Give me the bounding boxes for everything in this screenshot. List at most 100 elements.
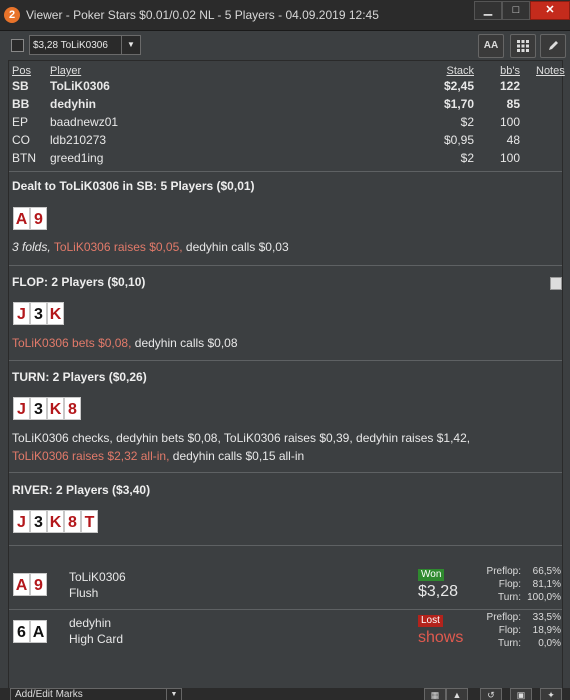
row-pos: BTN	[12, 151, 36, 165]
font-size-button[interactable]: AA	[478, 34, 504, 58]
row-stack: $0,95	[443, 133, 474, 147]
turn-header: TURN: 2 Players ($0,26)	[12, 370, 147, 384]
equity-label: Turn:	[498, 592, 521, 603]
bottom-bar: Add/Edit Marks ▼ ▦ ▲ ↺ ▣ ✦	[0, 688, 570, 700]
row-stack: $2,45	[443, 79, 474, 93]
showdown-hand: High Card	[69, 632, 124, 646]
hole-card: A	[13, 207, 30, 230]
save-icon[interactable]: ▣	[510, 688, 532, 700]
won-amount: $3,28	[418, 583, 459, 600]
pencil-icon-glyph	[548, 41, 558, 50]
close-button[interactable]: ✕	[530, 1, 570, 20]
board-card: 3	[30, 510, 47, 533]
row-player: ToLiK0306	[50, 79, 110, 93]
board-card: 3	[30, 397, 47, 420]
flop-actions: ToLiK0306 bets $0,08, dedyhin calls $0,0…	[12, 336, 238, 350]
river-header: RIVER: 2 Players ($3,40)	[12, 483, 151, 497]
header-bbs[interactable]: bb's	[479, 65, 520, 77]
hand-select[interactable]: $3,28 ToLiK0306 ▼	[29, 35, 141, 55]
row-stack: $1,70	[443, 97, 474, 111]
equity-value: 18,9%	[532, 625, 561, 636]
row-pos: SB	[12, 79, 29, 93]
won-badge: Won	[418, 569, 445, 581]
replay-icon[interactable]: ↺	[480, 688, 502, 700]
hand-history-panel: Pos Player Stack bb's Notes SB ToLiK0306…	[8, 60, 565, 689]
shows-label: shows	[418, 629, 464, 646]
row-pos: CO	[12, 133, 30, 147]
maximize-button[interactable]: □	[502, 1, 530, 20]
showdown-hand: Flush	[69, 586, 99, 600]
action-segment: dedyhin calls $0,03	[182, 240, 289, 254]
marks-select-label: Add/Edit Marks	[15, 689, 83, 700]
action-segment: ToLiK0306 raises $2,32 all-in,	[12, 449, 170, 463]
row-player: dedyhin	[50, 97, 97, 111]
turn-actions-line1: ToLiK0306 checks, dedyhin bets $0,08, To…	[12, 431, 471, 445]
hand-select-value: $3,28 ToLiK0306	[33, 40, 108, 51]
chevron-down-icon: ▼	[121, 36, 140, 54]
divider	[9, 265, 562, 266]
header-pos[interactable]: Pos	[12, 65, 31, 77]
board-card: 8	[64, 510, 81, 533]
calendar-icon[interactable]: ▦	[424, 688, 446, 700]
showdown-player: dedyhin	[69, 616, 112, 630]
board-card: 8	[64, 397, 81, 420]
minimize-button[interactable]: ▁	[474, 1, 502, 20]
row-pos: EP	[12, 115, 29, 129]
flop-header: FLOP: 2 Players ($0,10)	[12, 275, 146, 289]
row-bbs: 48	[506, 133, 520, 147]
board-card: T	[81, 510, 98, 533]
equity-value: 81,1%	[532, 579, 561, 590]
equity-value: 66,5%	[532, 566, 561, 577]
board-card: K	[47, 510, 64, 533]
action-segment: 3 folds,	[12, 240, 51, 254]
equity-value: 100,0%	[527, 592, 561, 603]
board-card: 3	[30, 302, 47, 325]
note-icon[interactable]	[550, 277, 562, 290]
showdown-player: ToLiK0306	[69, 570, 126, 584]
hole-card: 9	[30, 207, 47, 230]
equity-value: 0,0%	[538, 638, 561, 649]
action-segment: ToLiK0306 raises $0,05,	[50, 240, 183, 254]
row-bbs: 122	[499, 79, 520, 93]
equity-label: Flop:	[498, 579, 521, 590]
equity-label: Preflop:	[486, 566, 521, 577]
twitter-icon[interactable]: ✦	[540, 688, 562, 700]
divider	[9, 472, 562, 473]
turn-actions-line2: ToLiK0306 raises $2,32 all-in, dedyhin c…	[12, 449, 304, 463]
equity-label: Flop:	[498, 625, 521, 636]
header-player[interactable]: Player	[50, 65, 81, 77]
header-notes[interactable]: Notes	[536, 65, 565, 77]
row-player: greed1ing	[50, 151, 104, 165]
preflop-actions: 3 folds, ToLiK0306 raises $0,05, dedyhin…	[12, 240, 289, 254]
action-segment: ToLiK0306 bets $0,08,	[12, 336, 132, 350]
header-stack[interactable]: Stack	[414, 65, 474, 77]
divider	[9, 360, 562, 361]
toolbar: $3,28 ToLiK0306 ▼ AA	[0, 31, 570, 59]
window-title: Viewer - Poker Stars $0.01/0.02 NL - 5 P…	[26, 8, 379, 22]
chevron-down-icon: ▼	[166, 689, 181, 700]
board-card: K	[47, 302, 64, 325]
marks-select[interactable]: Add/Edit Marks ▼	[10, 688, 182, 700]
lost-badge: Lost	[418, 615, 443, 627]
hand-checkbox[interactable]	[11, 39, 24, 52]
board-card: K	[47, 397, 64, 420]
divider	[9, 609, 562, 610]
grid-icon[interactable]	[510, 34, 536, 58]
row-bbs: 100	[499, 151, 520, 165]
equity-value: 33,5%	[532, 612, 561, 623]
row-bbs: 100	[499, 115, 520, 129]
scroll-up-icon[interactable]: ▲	[446, 688, 468, 700]
row-player: ldb210273	[50, 133, 107, 147]
action-segment: dedyhin calls $0,08	[131, 336, 238, 350]
showdown-card: 6	[13, 620, 30, 643]
showdown-card: A	[30, 620, 47, 643]
divider	[9, 171, 562, 172]
pencil-icon[interactable]	[540, 34, 566, 58]
equity-label: Preflop:	[486, 612, 521, 623]
row-pos: BB	[12, 97, 30, 111]
title-bar: 2 Viewer - Poker Stars $0.01/0.02 NL - 5…	[0, 0, 570, 31]
action-segment: dedyhin calls $0,15 all-in	[169, 449, 305, 463]
row-player: baadnewz01	[50, 115, 119, 129]
row-bbs: 85	[506, 97, 520, 111]
row-stack: $2	[460, 151, 474, 165]
